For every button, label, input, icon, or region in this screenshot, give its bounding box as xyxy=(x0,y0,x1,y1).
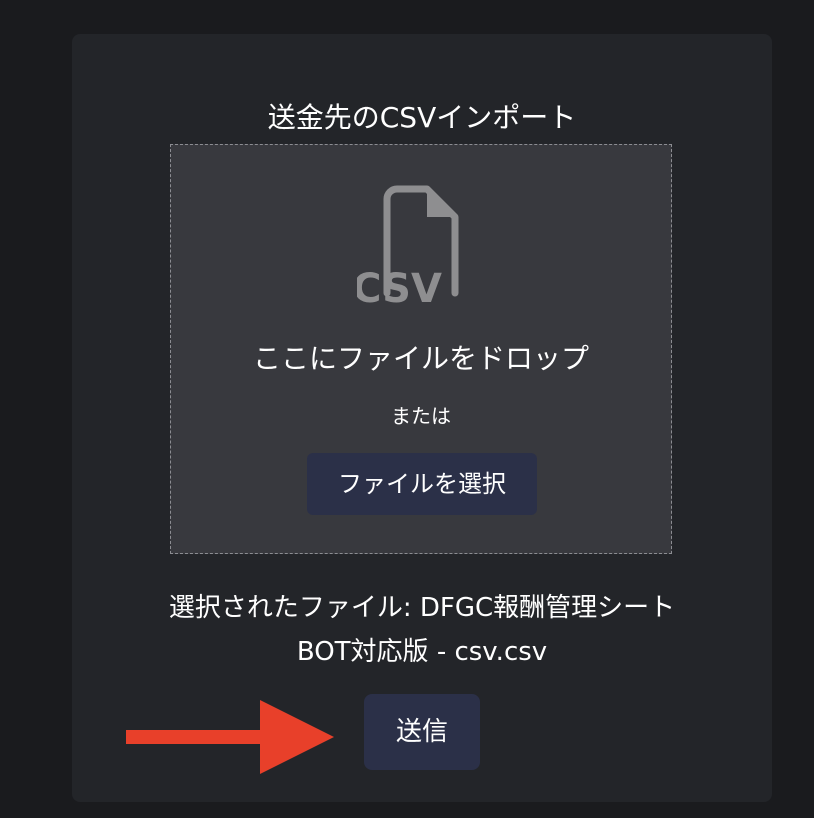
select-file-button[interactable]: ファイルを選択 xyxy=(307,453,537,515)
file-dropzone[interactable]: CSV ここにファイルをドロップ または ファイルを選択 xyxy=(170,144,672,554)
arrow-right-icon xyxy=(126,700,334,774)
csv-file-icon: CSV xyxy=(357,185,459,307)
page-title: 送金先のCSVインポート xyxy=(267,101,577,134)
selected-file-label: 選択されたファイル: DFGC報酬管理シート BOT対応版 - csv.csv xyxy=(72,586,772,674)
or-label: または xyxy=(391,404,451,428)
selected-file-line-2: BOT対応版 - csv.csv xyxy=(296,637,548,667)
csv-import-card: 送金先のCSVインポート CSV ここにファイルをドロップ または ファイルを選… xyxy=(72,34,772,802)
submit-button[interactable]: 送信 xyxy=(364,694,480,770)
selected-file-line-1: 選択されたファイル: DFGC報酬管理シート xyxy=(168,593,676,623)
drop-instruction: ここにファイルをドロップ xyxy=(252,342,589,375)
svg-text:CSV: CSV xyxy=(357,266,442,307)
